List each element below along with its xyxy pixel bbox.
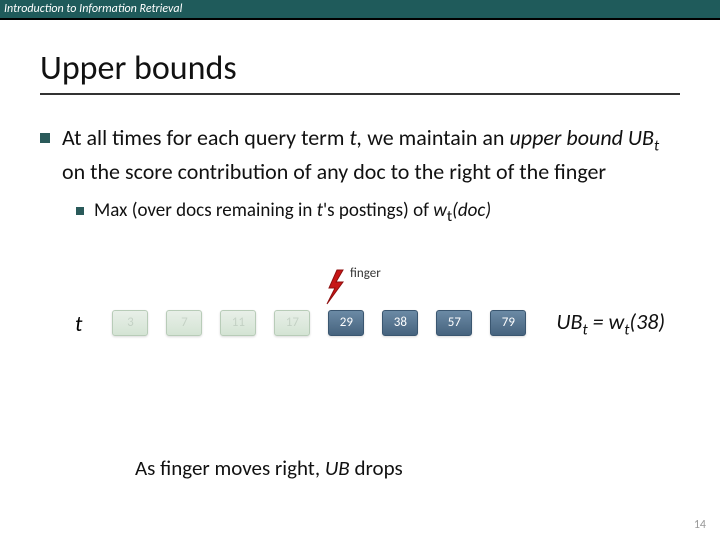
page-number: 14: [694, 518, 706, 532]
slide-title: Upper bounds: [40, 48, 680, 95]
posting-cell-washed: 17: [274, 310, 310, 336]
finger-label: finger: [350, 266, 381, 281]
posting-cell-washed: 11: [220, 310, 256, 336]
subscript-t: t: [654, 136, 659, 155]
lightning-bolt-icon: [323, 268, 349, 306]
text: on the score contribution of any doc to …: [62, 158, 606, 185]
posting-cell-active: 38: [382, 310, 418, 336]
bullet-text: Max (over docs remaining in t's postings…: [94, 199, 491, 226]
bullet-level-2: Max (over docs remaining in t's postings…: [76, 199, 680, 226]
text: we maintain an: [362, 124, 509, 151]
postings-row: t 3 7 11 17 29 38 57 79 UBt = wt(38): [75, 308, 665, 339]
bullet-level-1: At all times for each query term t, we m…: [40, 123, 680, 187]
term-label: t: [75, 310, 82, 337]
text: At all times for each query term: [62, 124, 349, 151]
text: Max (over docs remaining in: [94, 199, 317, 222]
posting-cell-active: 57: [436, 310, 472, 336]
slide-body: Upper bounds At all times for each query…: [0, 20, 720, 386]
posting-cell-washed: 7: [166, 310, 202, 336]
italic-doc: (doc): [452, 199, 491, 222]
italic-upper-bound: upper bound UB: [509, 124, 654, 151]
text: As finger moves right,: [135, 455, 325, 481]
postings-diagram: finger t 3 7 11 17 29 38 57 79 UBt = wt(…: [40, 266, 680, 386]
posting-cell-active: 79: [490, 310, 526, 336]
posting-cell-washed: 3: [112, 310, 148, 336]
bullet-text: At all times for each query term t, we m…: [62, 123, 680, 187]
italic-ub: UB: [325, 455, 350, 481]
caption: As finger moves right, UB drops: [135, 455, 403, 481]
posting-cell-active: 29: [328, 310, 364, 336]
eq-mid: = w: [588, 308, 625, 335]
eq-arg: (38): [629, 308, 665, 335]
course-header: Introduction to Information Retrieval: [0, 0, 720, 18]
bullet-square-icon: [40, 133, 50, 143]
bullet-square-icon: [76, 207, 84, 215]
text: 's postings) of: [323, 199, 433, 222]
text: drops: [350, 455, 403, 481]
italic-w: w: [433, 199, 447, 222]
italic-t: t,: [349, 124, 362, 151]
ub-lhs: UB: [556, 308, 582, 335]
ub-equation: UBt = wt(38): [556, 308, 665, 339]
